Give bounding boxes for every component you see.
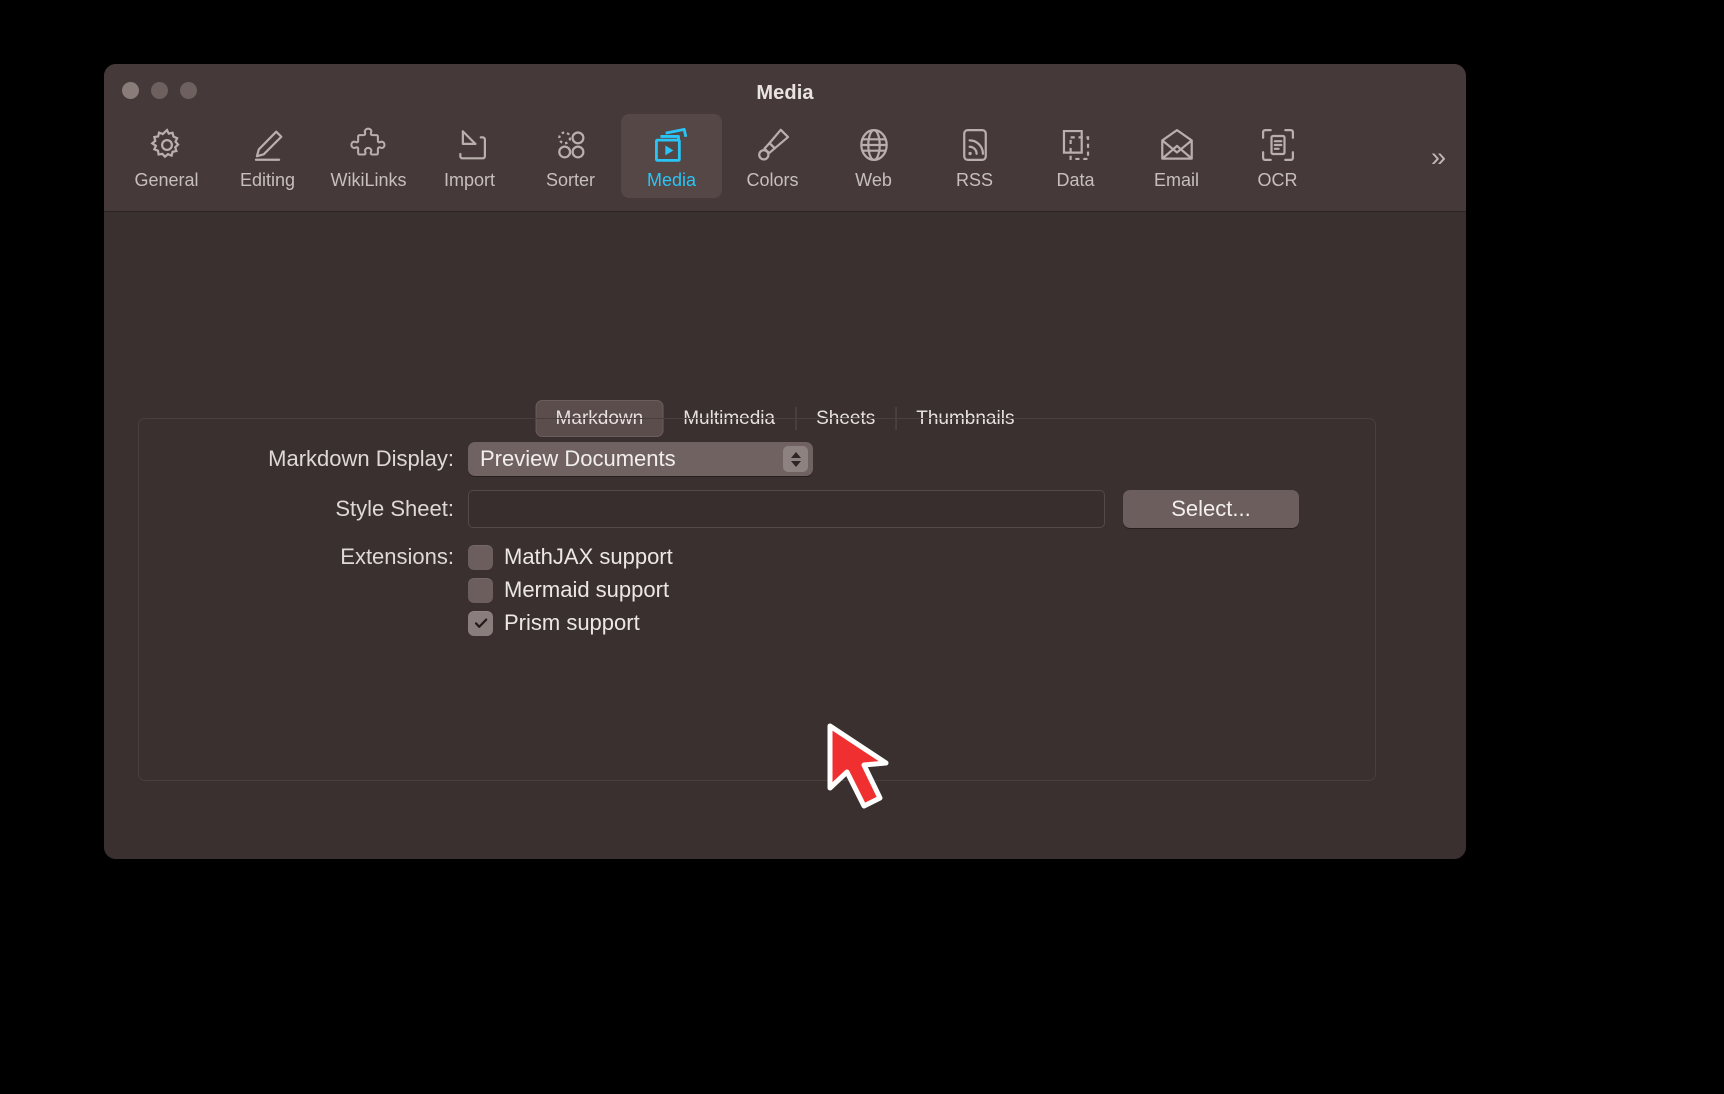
toolbar-item-colors[interactable]: Colors <box>722 114 823 198</box>
toolbar-overflow-button[interactable]: » <box>1431 144 1446 171</box>
chevron-updown-icon <box>783 446 808 472</box>
toolbar-label-email: Email <box>1153 170 1199 190</box>
sorter-dots-icon <box>552 122 590 168</box>
prism-support-checkbox[interactable] <box>468 610 493 636</box>
toolbar-label-wikilinks: WikiLinks <box>330 170 407 190</box>
preferences-window: Media General Editing WikiLinks Import S… <box>104 64 1466 859</box>
markdown-display-popup-button[interactable]: Preview Documents <box>468 442 813 476</box>
select-button[interactable]: Select... <box>1123 490 1299 528</box>
globe-icon <box>855 122 893 168</box>
toolbar-item-ocr[interactable]: OCR <box>1227 114 1328 198</box>
pencil-icon <box>249 122 287 168</box>
window-titlebar: Media General Editing WikiLinks Import S… <box>104 64 1466 212</box>
toolbar-label-general: General <box>134 170 199 190</box>
toolbar-label-import: Import <box>443 170 495 190</box>
extension-row-mathjax: Extensions: MathJAX support <box>138 544 1376 570</box>
toolbar-item-data[interactable]: Data <box>1025 114 1126 198</box>
toolbar-label-sorter: Sorter <box>545 170 596 190</box>
rss-icon <box>956 122 994 168</box>
toolbar-item-email[interactable]: Email <box>1126 114 1227 198</box>
toolbar-item-sorter[interactable]: Sorter <box>520 114 621 198</box>
toolbar-item-media[interactable]: Media <box>621 114 722 198</box>
toolbar-item-wikilinks[interactable]: WikiLinks <box>318 114 419 198</box>
extension-row-prism: Prism support <box>138 610 1376 636</box>
mathjax-support-checkbox[interactable] <box>468 544 493 570</box>
style-sheet-row: Style Sheet: Select... <box>138 490 1376 528</box>
toolbar-item-rss[interactable]: RSS <box>924 114 1025 198</box>
toolbar-label-rss: RSS <box>955 170 993 190</box>
markdown-display-value: Preview Documents <box>480 446 676 471</box>
screen: Media General Editing WikiLinks Import S… <box>0 0 1724 1094</box>
mathjax-support-label: MathJAX support <box>504 544 673 569</box>
style-sheet-input[interactable] <box>468 490 1105 528</box>
toolbar-label-data: Data <box>1056 170 1095 190</box>
toolbar-label-colors: Colors <box>746 170 799 190</box>
extensions-label: Extensions: <box>340 544 454 569</box>
prism-support-label: Prism support <box>504 610 640 635</box>
envelope-icon <box>1158 122 1196 168</box>
import-arrow-icon <box>451 122 489 168</box>
toolbar-item-editing[interactable]: Editing <box>217 114 318 198</box>
paintbrush-icon <box>754 122 792 168</box>
markdown-display-label: Markdown Display: <box>268 446 454 471</box>
markdown-settings-form: Markdown Display: Preview Documents Styl… <box>138 442 1376 643</box>
preferences-toolbar: General Editing WikiLinks Import Sorter … <box>104 114 1466 210</box>
toolbar-label-web: Web <box>855 170 892 190</box>
toolbar-label-ocr: OCR <box>1257 170 1298 190</box>
toolbar-label-editing: Editing <box>239 170 296 190</box>
gear-icon <box>148 122 186 168</box>
toolbar-label-media: Media <box>646 170 697 190</box>
toolbar-item-import[interactable]: Import <box>419 114 520 198</box>
toolbar-item-web[interactable]: Web <box>823 114 924 198</box>
mermaid-support-checkbox[interactable] <box>468 577 493 603</box>
checkmark-icon <box>474 618 487 628</box>
mermaid-support-label: Mermaid support <box>504 577 670 602</box>
extension-row-mermaid: Mermaid support <box>138 577 1376 603</box>
ocr-scan-icon <box>1259 122 1297 168</box>
markdown-display-row: Markdown Display: Preview Documents <box>138 442 1376 476</box>
puzzle-piece-icon <box>349 122 389 168</box>
toolbar-item-general[interactable]: General <box>116 114 217 198</box>
window-title: Media <box>756 82 814 104</box>
media-play-icon <box>651 122 693 168</box>
style-sheet-label: Style Sheet: <box>335 496 454 521</box>
window-body: Markdown Multimedia Sheets Thumbnails Ma… <box>104 212 1466 859</box>
data-frames-icon <box>1057 122 1095 168</box>
